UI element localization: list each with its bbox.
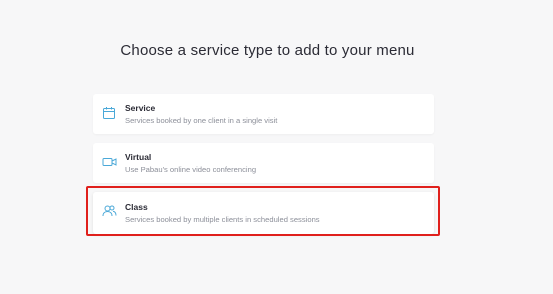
calendar-icon [102,106,118,122]
page-title: Choose a service type to add to your men… [120,42,415,59]
virtual-option-card[interactable]: Virtual Use Pabau's online video confere… [93,143,434,183]
group-icon [102,204,118,220]
option-name: Virtual [125,152,152,162]
option-description: Use Pabau's online video conferencing [125,165,257,174]
service-option-card[interactable]: Service Services booked by one client in… [93,94,434,134]
option-name: Service [125,103,156,113]
service-type-page: Choose a service type to add to your men… [0,0,553,294]
option-description: Services booked by multiple clients in s… [125,215,320,224]
option-description: Services booked by one client in a singl… [125,116,278,125]
class-option-card[interactable]: Class Services booked by multiple client… [93,192,434,234]
video-camera-icon [102,155,118,171]
option-name: Class [125,202,148,212]
